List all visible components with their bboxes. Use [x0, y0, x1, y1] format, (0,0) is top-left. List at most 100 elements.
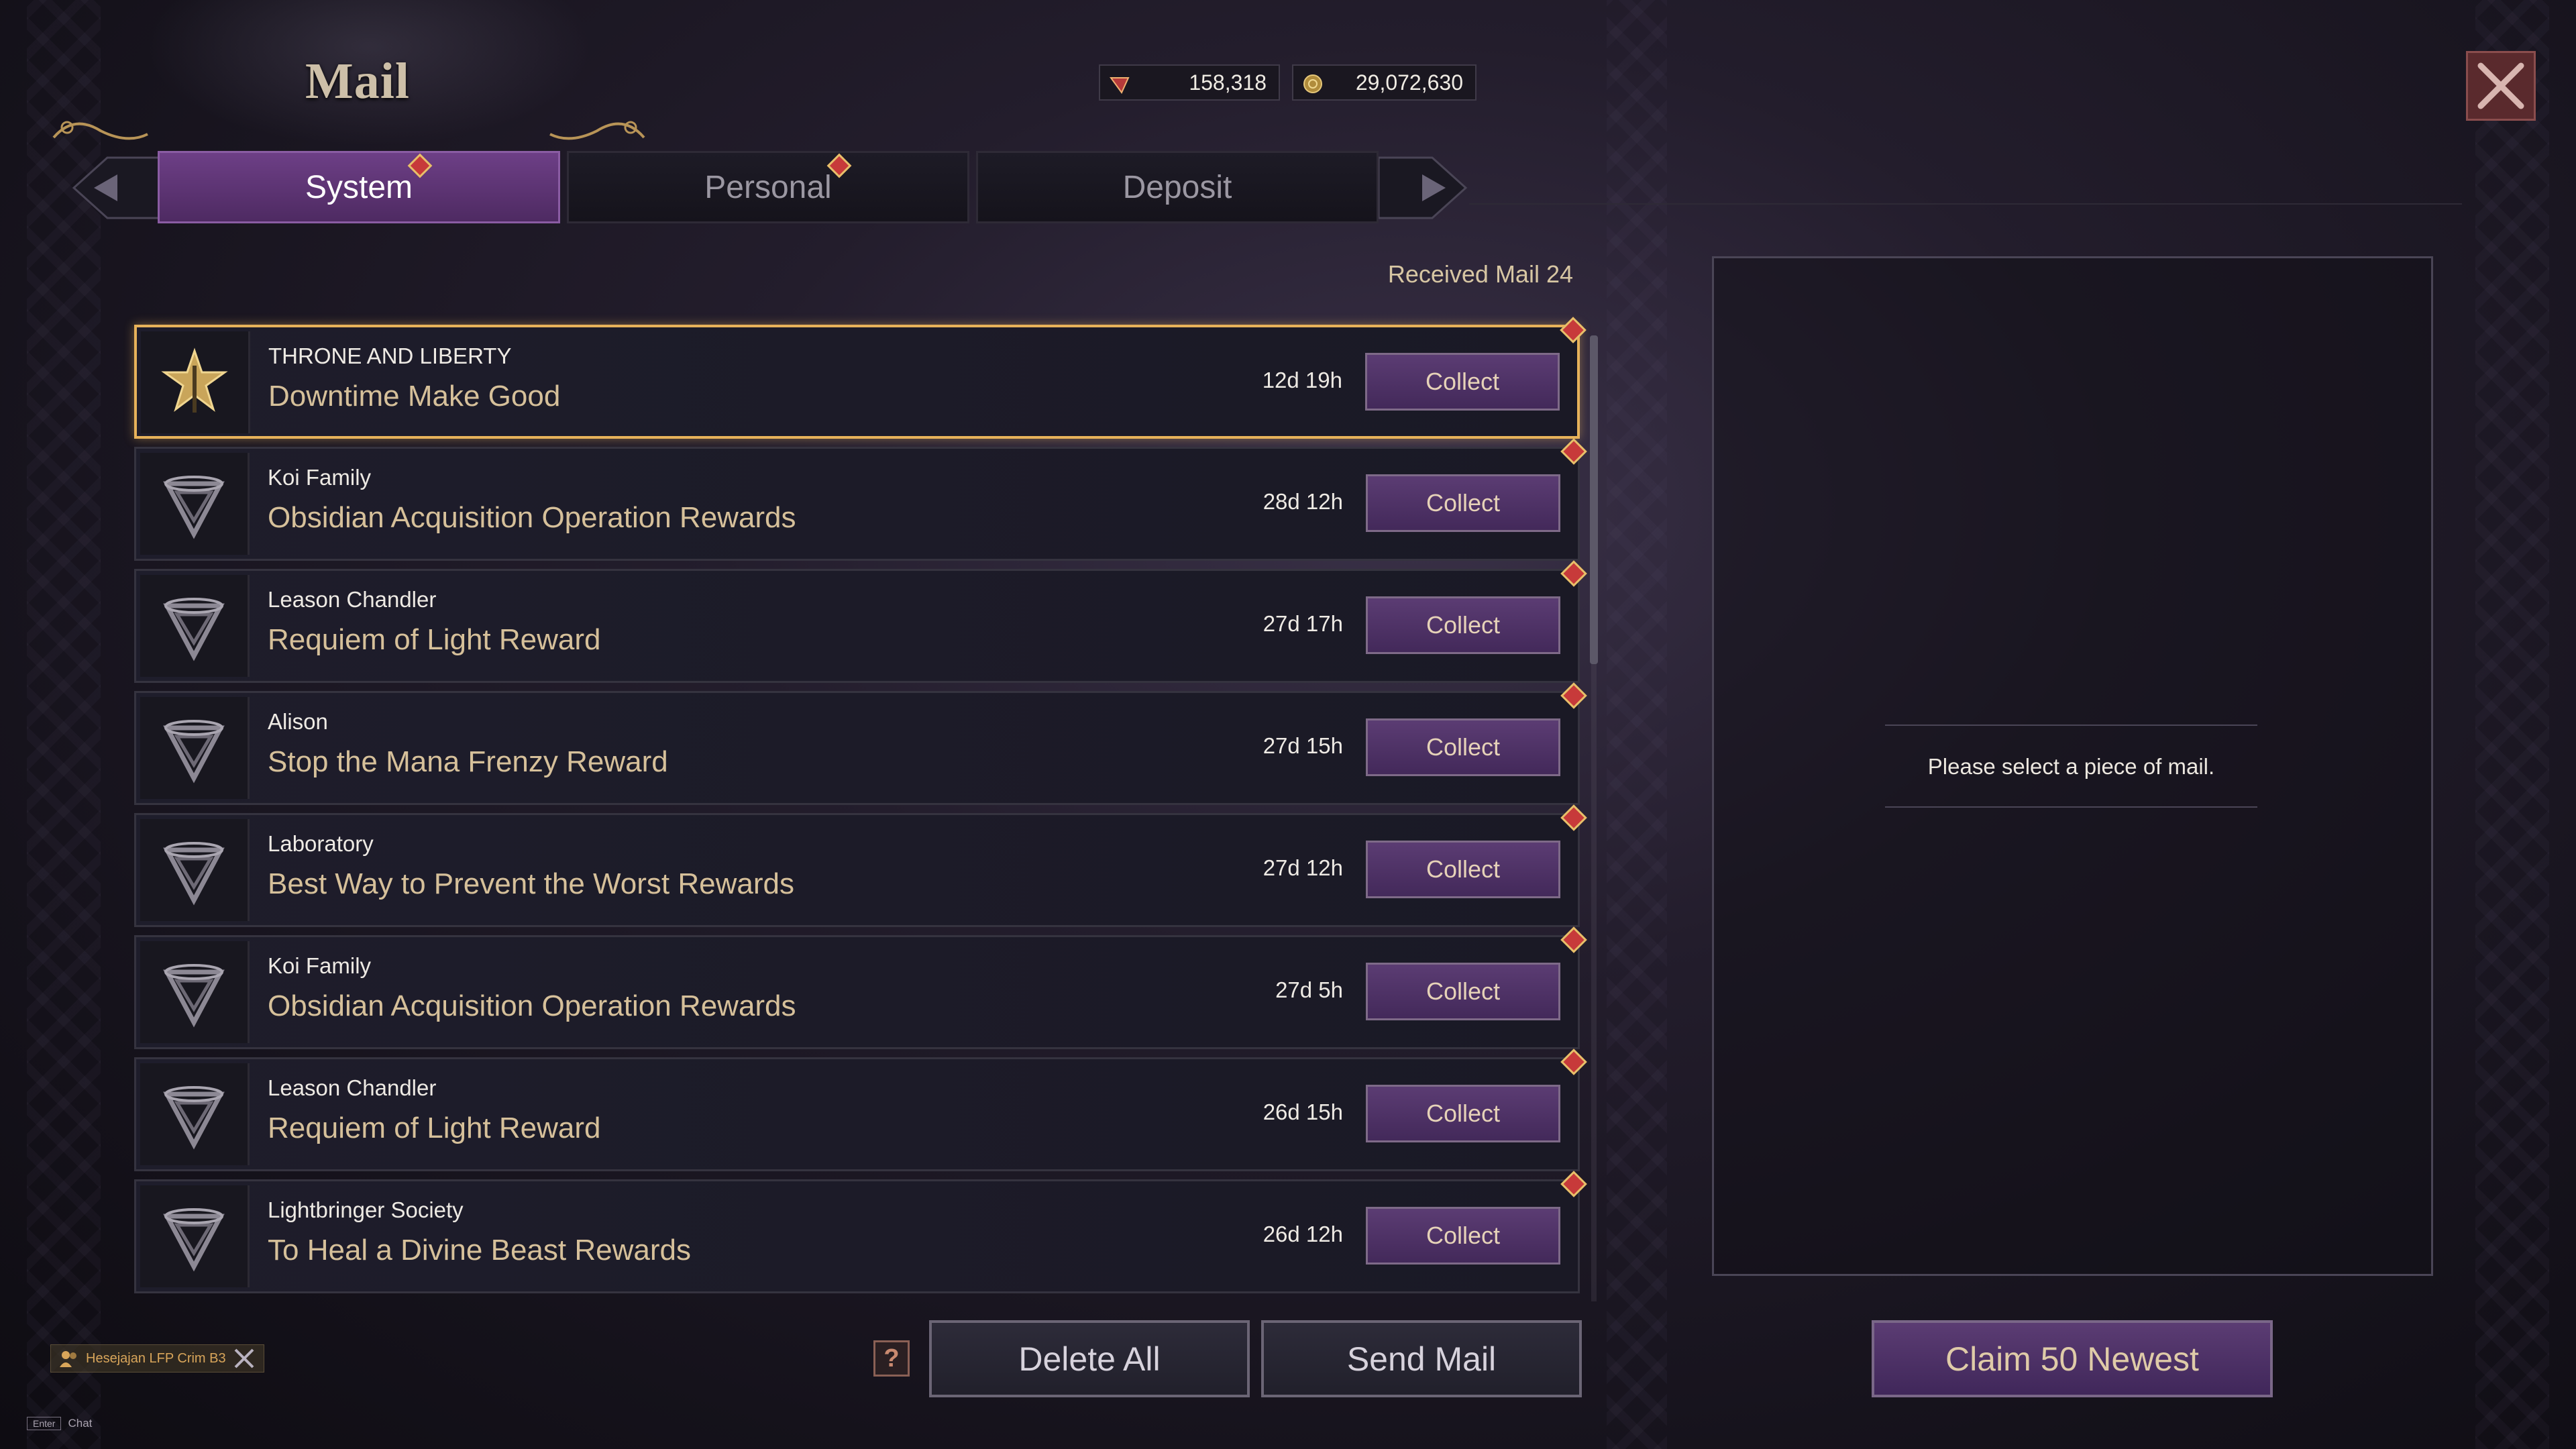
mail-sender: Leason Chandler: [268, 1075, 437, 1100]
sender-avatar: [141, 331, 250, 433]
mail-subject: Obsidian Acquisition Operation Rewards: [268, 989, 796, 1022]
mail-row[interactable]: THRONE AND LIBERTY Downtime Make Good 12…: [134, 317, 1587, 439]
tab-personal-label: Personal: [704, 169, 832, 205]
unread-badge-icon: [1560, 682, 1587, 709]
mail-sender: THRONE AND LIBERTY: [268, 343, 512, 368]
mail-row[interactable]: Leason Chandler Requiem of Light Reward …: [134, 1049, 1587, 1171]
mail-expiry: 27d 15h: [1263, 733, 1343, 758]
preview-divider-bottom: [1885, 806, 2257, 808]
chat-hint[interactable]: Enter Chat: [27, 1417, 92, 1430]
mail-sender: Laboratory: [268, 831, 374, 856]
unread-badge-icon: [1560, 560, 1587, 587]
sender-avatar: [140, 941, 250, 1043]
red-gem-icon: [1110, 77, 1130, 94]
close-icon[interactable]: [233, 1347, 256, 1370]
mail-subject: Best Way to Prevent the Worst Rewards: [268, 867, 794, 900]
unread-badge-icon: [1560, 1049, 1587, 1075]
window-title: Mail: [305, 53, 410, 109]
sender-avatar: [140, 1063, 250, 1165]
mail-row[interactable]: Alison Stop the Mana Frenzy Reward 27d 1…: [134, 682, 1587, 805]
mail-expiry: 27d 17h: [1263, 611, 1343, 636]
mail-sender: Lightbringer Society: [268, 1197, 464, 1222]
gold-coin-icon: [1303, 74, 1322, 93]
help-button[interactable]: ?: [873, 1340, 910, 1377]
faction-shield-icon: [163, 598, 225, 661]
mail-row[interactable]: Leason Chandler Requiem of Light Reward …: [134, 560, 1587, 683]
sender-avatar: [140, 697, 250, 799]
faction-shield-icon: [163, 1208, 225, 1272]
mail-expiry: 26d 12h: [1263, 1222, 1343, 1246]
mail-subject: Downtime Make Good: [268, 380, 561, 413]
chat-label: Chat: [68, 1417, 93, 1430]
tab-personal[interactable]: Personal: [567, 151, 969, 223]
left-title-ornament: [52, 121, 148, 140]
mail-row[interactable]: Koi Family Obsidian Acquisition Operatio…: [134, 926, 1587, 1049]
send-mail-button[interactable]: Send Mail: [1261, 1320, 1582, 1397]
collect-button[interactable]: Collect: [1366, 1085, 1560, 1142]
faction-shield-icon: [163, 720, 225, 784]
mail-row[interactable]: Lightbringer Society To Heal a Divine Be…: [134, 1171, 1587, 1293]
collect-button[interactable]: Collect: [1366, 1207, 1560, 1265]
faction-shield-icon: [163, 1086, 225, 1150]
mail-row[interactable]: Koi Family Obsidian Acquisition Operatio…: [134, 438, 1587, 561]
currency-gold-value: 29,072,630: [1355, 70, 1463, 95]
unread-badge-icon: [1560, 317, 1587, 343]
mail-sender: Alison: [268, 709, 328, 734]
mail-subject: Obsidian Acquisition Operation Rewards: [268, 501, 796, 534]
header-divider: [1469, 203, 2462, 205]
received-mail-count: Received Mail 24: [1387, 260, 1573, 288]
mail-subject: Requiem of Light Reward: [268, 623, 601, 656]
collect-button[interactable]: Collect: [1365, 353, 1560, 411]
game-emblem-icon: [161, 347, 228, 413]
party-recruit-tag[interactable]: Hesejajan LFP Crim B3: [50, 1344, 264, 1373]
currency-gems-value: 158,318: [1189, 70, 1267, 95]
tab-left-wing-ornament: [72, 156, 161, 219]
claim-newest-button[interactable]: Claim 50 Newest: [1872, 1320, 2273, 1397]
unread-badge-icon: [1560, 926, 1587, 953]
mail-subject: Requiem of Light Reward: [268, 1112, 601, 1144]
unread-badge-icon: [1560, 804, 1587, 831]
party-icon: [60, 1351, 76, 1367]
collect-button[interactable]: Collect: [1366, 841, 1560, 898]
collect-button[interactable]: Collect: [1366, 596, 1560, 654]
left-inner-pattern: [1607, 0, 1667, 1449]
right-title-ornament: [549, 121, 645, 140]
sender-avatar: [140, 1185, 250, 1287]
mail-list-scrollbar-thumb[interactable]: [1590, 335, 1598, 664]
mail-sender: Leason Chandler: [268, 587, 437, 612]
right-border-pattern: [2475, 0, 2549, 1449]
sender-avatar: [140, 575, 250, 677]
mail-expiry: 26d 15h: [1263, 1099, 1343, 1124]
collect-button[interactable]: Collect: [1366, 474, 1560, 532]
close-icon: [2477, 62, 2524, 109]
mail-row[interactable]: Laboratory Best Way to Prevent the Worst…: [134, 804, 1587, 927]
unread-badge-icon: [1560, 438, 1587, 465]
faction-shield-icon: [163, 964, 225, 1028]
preview-empty-message: Please select a piece of mail.: [1927, 753, 2215, 779]
tab-deposit-label: Deposit: [1122, 169, 1232, 205]
delete-all-button[interactable]: Delete All: [929, 1320, 1250, 1397]
unread-badge-icon: [1560, 1171, 1587, 1197]
tab-right-wing-ornament: [1379, 156, 1468, 219]
sender-avatar: [140, 453, 250, 555]
collect-button[interactable]: Collect: [1366, 718, 1560, 776]
currency-gems: 158,318: [1099, 64, 1280, 101]
currency-gold: 29,072,630: [1292, 64, 1477, 101]
faction-shield-icon: [163, 842, 225, 906]
mail-expiry: 27d 12h: [1263, 855, 1343, 880]
mail-subject: Stop the Mana Frenzy Reward: [268, 745, 668, 778]
mail-sender: Koi Family: [268, 465, 372, 490]
sender-avatar: [140, 819, 250, 921]
tab-system-label: System: [305, 169, 413, 205]
tab-deposit[interactable]: Deposit: [976, 151, 1379, 223]
mail-expiry: 12d 19h: [1262, 368, 1342, 392]
collect-button[interactable]: Collect: [1366, 963, 1560, 1020]
mail-sender: Koi Family: [268, 953, 372, 978]
tab-system[interactable]: System: [158, 151, 560, 223]
party-recruit-label: Hesejajan LFP Crim B3: [86, 1350, 226, 1366]
close-button[interactable]: [2466, 51, 2536, 121]
mail-expiry: 27d 5h: [1275, 977, 1343, 1002]
faction-shield-icon: [163, 476, 225, 539]
mail-expiry: 28d 12h: [1263, 489, 1343, 514]
mail-subject: To Heal a Divine Beast Rewards: [268, 1234, 691, 1267]
